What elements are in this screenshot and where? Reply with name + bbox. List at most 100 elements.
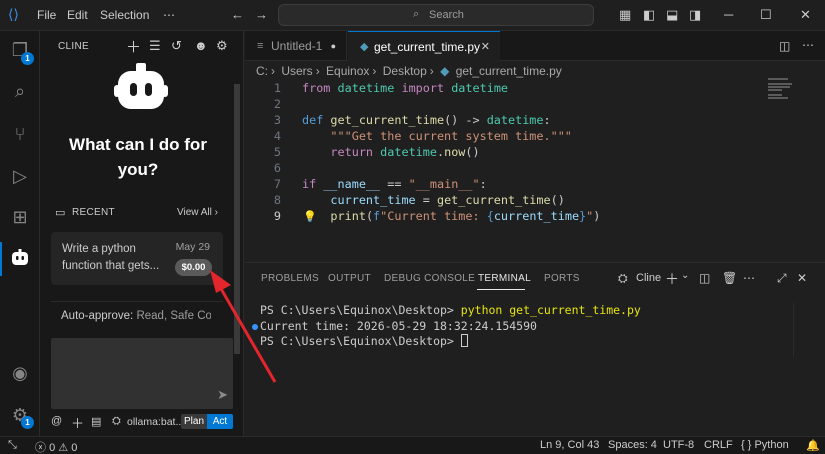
recent-header: ▭ RECENT View All › [55, 207, 218, 221]
line-ending[interactable]: CRLF [704, 439, 733, 451]
breadcrumb-drive[interactable]: C: [256, 64, 268, 78]
maximize-icon[interactable]: ☐ [760, 7, 772, 23]
new-terminal-plus-icon[interactable]: ＋ [665, 269, 679, 289]
toggle-panel-icon[interactable]: ⬓ [666, 7, 678, 23]
minimize-icon[interactable]: ─ [724, 7, 733, 22]
menu-file[interactable]: File [37, 8, 56, 22]
trash-icon[interactable]: 🗑 [722, 271, 737, 285]
terminal-robot-icon: ⛭ [618, 271, 628, 285]
explorer-badge: 1 [21, 52, 34, 65]
terminal-name[interactable]: Cline [636, 272, 661, 284]
remote-icon[interactable]: ⤡ [8, 439, 17, 452]
file-icon: ≡ [257, 40, 264, 52]
task-date: May 29 [175, 241, 210, 253]
chat-input[interactable]: ➤ [51, 338, 233, 409]
tab-terminal[interactable]: TERMINAL [478, 273, 531, 284]
code-line-3: def get_current_time() -> datetime: [302, 113, 551, 127]
breadcrumb-users[interactable]: Users [281, 64, 312, 78]
notifications-bell-icon[interactable]: 🔔 [806, 439, 820, 452]
code-editor[interactable]: 1 2 3 4 5 6 7 8 9 from datetime import d… [245, 77, 825, 261]
line-number-current: 9 [273, 209, 281, 223]
more-actions-icon[interactable]: ⋯ [743, 271, 755, 285]
close-window-icon[interactable]: ✕ [800, 7, 811, 23]
line-number: 2 [273, 97, 281, 111]
braces-icon: { } [741, 439, 752, 451]
command-center-search[interactable]: ⌕ Search [278, 4, 594, 26]
breadcrumb-file[interactable]: get_current_time.py [456, 64, 562, 78]
auto-approve-bar[interactable]: Auto-approve: Read, Safe Co... [51, 301, 223, 329]
new-task-plus-icon[interactable]: ＋ [126, 36, 141, 57]
back-arrow-icon[interactable]: ← [231, 7, 244, 22]
customize-layout-icon[interactable]: ▦ [619, 7, 631, 23]
indentation[interactable]: Spaces: 4 [608, 439, 657, 451]
language-mode[interactable]: { } Python [741, 439, 789, 451]
recent-task-card[interactable]: Write a python function that gets... May… [51, 232, 223, 285]
line-number: 5 [273, 145, 281, 159]
encoding[interactable]: UTF-8 [663, 439, 694, 451]
mention-icon[interactable]: @ [51, 415, 62, 427]
split-editor-icon[interactable]: ◫ [779, 39, 790, 53]
problems-status[interactable]: ⓧ 0 ⚠ 0 [35, 439, 77, 454]
tab-untitled-1[interactable]: ≡ Untitled-1 ● [245, 31, 347, 61]
tab-label: get_current_time.py [374, 40, 481, 54]
welcome-text: What can I do for you? [69, 135, 207, 179]
tab-get-current-time[interactable]: ◆ get_current_time.py ✕ [348, 31, 500, 62]
forward-arrow-icon[interactable]: → [255, 7, 268, 22]
add-context-plus-icon[interactable]: ＋ [71, 413, 84, 432]
settings-icon[interactable]: ⚙ [216, 38, 228, 54]
rules-icon[interactable]: ▤ [91, 415, 101, 428]
code-line-5: return datetime.now() [330, 145, 480, 159]
toggle-sidebar-icon[interactable]: ◧ [643, 7, 655, 23]
lightbulb-icon[interactable]: 💡 [303, 210, 317, 223]
toggle-secondary-sidebar-icon[interactable]: ◨ [689, 7, 701, 23]
recent-chat-icon: ▭ [55, 207, 66, 219]
line-number: 6 [273, 161, 281, 175]
account-circle-icon[interactable]: ☻ [194, 38, 208, 53]
cursor-position[interactable]: Ln 9, Col 43 [540, 439, 599, 451]
close-tab-icon[interactable]: ✕ [481, 32, 490, 62]
menu-more[interactable]: ⋯ [163, 8, 175, 22]
mcp-servers-icon[interactable]: ☰ [149, 38, 161, 54]
welcome-heading: What can I do for you? [40, 132, 236, 182]
send-icon[interactable]: ➤ [217, 387, 228, 403]
history-icon[interactable]: ↺ [171, 38, 182, 54]
sidebar-scrollbar[interactable] [234, 84, 240, 354]
model-selector[interactable]: ollama:bat... [127, 416, 184, 428]
account-icon[interactable]: ◉ [9, 362, 31, 384]
breadcrumb-desktop[interactable]: Desktop [383, 64, 427, 78]
active-indicator [0, 242, 2, 276]
chat-toolbar: @ ＋ ▤ ⛭ ollama:bat... Plan Act [51, 413, 241, 432]
split-terminal-icon[interactable]: ◫ [699, 271, 710, 285]
bottom-panel: PROBLEMS OUTPUT DEBUG CONSOLE TERMINAL P… [245, 262, 825, 436]
view-all-link[interactable]: View All › [177, 207, 218, 218]
chevron-down-icon[interactable]: ⌄ [681, 270, 689, 281]
cline-robot-icon[interactable] [9, 248, 31, 270]
cline-logo-icon [114, 63, 168, 109]
source-control-icon[interactable]: ⑂ [9, 123, 31, 145]
menu-edit[interactable]: Edit [67, 8, 88, 22]
tab-debug-console[interactable]: DEBUG CONSOLE [384, 273, 475, 284]
search-label: Search [429, 9, 464, 21]
model-robot-icon[interactable]: ⛭ [112, 415, 121, 428]
menu-selection[interactable]: Selection [100, 8, 149, 22]
activity-bar: ❐ 1 ⌕ ⑂ ▷ ⊞ ◉ ⚙ 1 [0, 31, 40, 436]
maximize-panel-icon[interactable]: ⤢ [777, 271, 787, 286]
more-actions-icon[interactable]: ⋯ [802, 38, 814, 52]
tab-ports[interactable]: PORTS [544, 273, 580, 284]
breadcrumb: C: › Users › Equinox › Desktop › ◆ get_curre… [256, 64, 562, 78]
minimap[interactable] [768, 78, 796, 100]
extensions-icon[interactable]: ⊞ [9, 206, 31, 228]
tab-problems[interactable]: PROBLEMS [261, 273, 319, 284]
unsaved-dot-icon[interactable]: ● [331, 31, 336, 61]
search-icon: ⌕ [413, 8, 420, 20]
tab-output[interactable]: OUTPUT [328, 273, 371, 284]
terminal-scrollbar[interactable] [793, 303, 805, 357]
act-mode-button[interactable]: Act [207, 414, 233, 429]
close-panel-icon[interactable]: ✕ [797, 271, 807, 285]
search-activity-icon[interactable]: ⌕ [9, 80, 31, 102]
plan-mode-button[interactable]: Plan [181, 414, 207, 429]
terminal-output[interactable]: PS C:\Users\Equinox\Desktop> python get_… [260, 303, 641, 350]
run-debug-icon[interactable]: ▷ [9, 165, 31, 187]
breadcrumb-equinox[interactable]: Equinox [326, 64, 369, 78]
recent-label: RECENT [72, 207, 115, 218]
